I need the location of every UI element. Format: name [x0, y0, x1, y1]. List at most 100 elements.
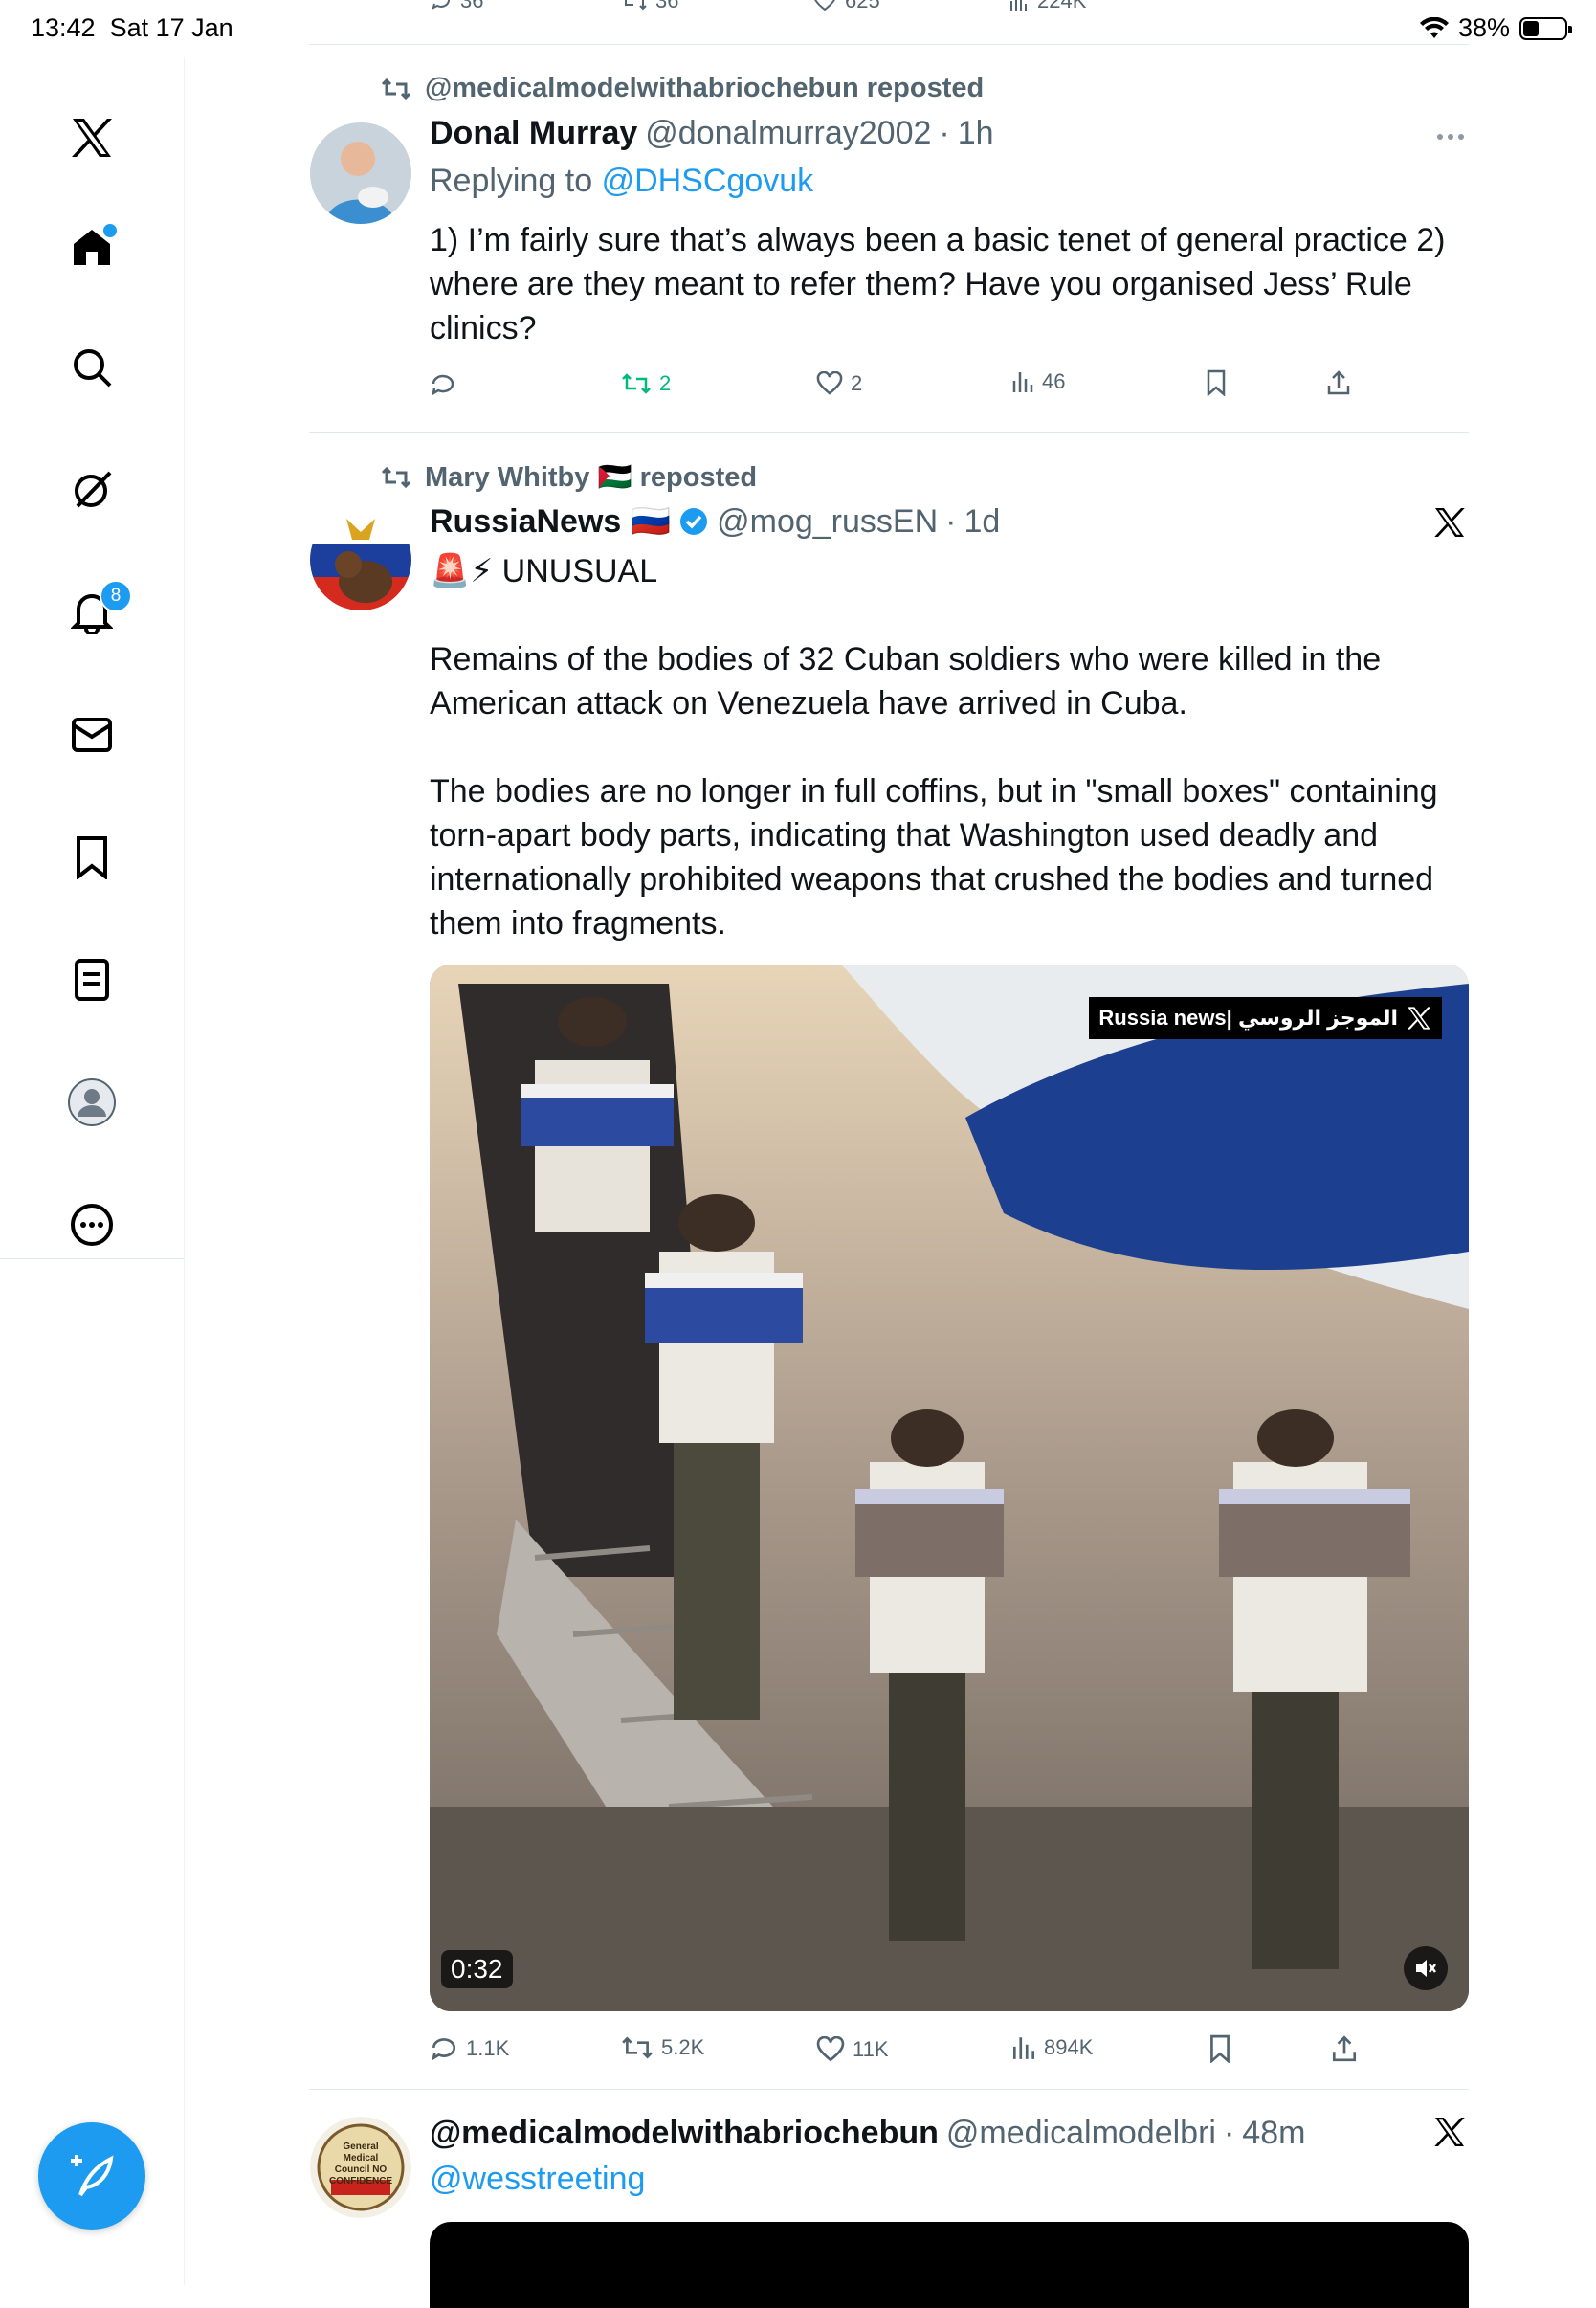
post1-like-button[interactable]: 2: [816, 371, 862, 396]
reply-icon: [432, 0, 450, 10]
post2-lead: 🚨⚡ UNUSUAL: [430, 553, 658, 589]
post2-author-name[interactable]: RussiaNews 🇷🇺: [430, 502, 671, 541]
post3-header: @medicalmodelwithabriochebun @medicalmod…: [430, 2115, 1306, 2152]
post3-author-name[interactable]: @medicalmodelwithabriochebun: [430, 2115, 939, 2152]
video-duration: 0:32: [441, 1950, 513, 1988]
nav-more[interactable]: [61, 1194, 122, 1255]
post1-repost-button[interactable]: 2: [621, 371, 671, 396]
post2-share-button[interactable]: [1330, 2034, 1359, 2063]
post2-bookmark-button[interactable]: [1208, 2034, 1232, 2063]
status-right: 38%: [1419, 13, 1572, 43]
muted-speaker-icon: [1416, 1960, 1436, 1977]
post1-header: Donal Murray @donalmurray2002 · 1h: [430, 115, 994, 152]
lists-icon: [75, 959, 109, 1001]
post2-avatar[interactable]: [310, 509, 411, 610]
repost-icon: [381, 78, 411, 100]
grok-icon: [75, 471, 112, 508]
bookmark-icon: [1210, 2034, 1230, 2063]
post1-reply-button[interactable]: [430, 371, 456, 398]
avatar-bear-flag: [310, 509, 411, 610]
notifications-badge: 8: [100, 580, 132, 612]
verified-badge-icon: [680, 508, 708, 535]
bookmark-icon: [1207, 369, 1226, 396]
post2-reply-button[interactable]: 1.1K: [430, 2034, 509, 2063]
post1-more-button[interactable]: [1435, 122, 1466, 156]
more-icon: [71, 1204, 113, 1246]
post2-divider: [309, 2089, 1469, 2090]
post1-repost-line: @medicalmodelwithabriochebun reposted: [381, 73, 984, 104]
post1-share-button[interactable]: [1325, 369, 1352, 396]
top-divider: [309, 44, 1469, 45]
like-button[interactable]: 625: [812, 0, 880, 13]
post1-text: 1) I’m fairly sure that’s always been a …: [430, 222, 1446, 346]
more-horizontal-icon: [1437, 134, 1464, 140]
wifi-icon: [1419, 16, 1449, 38]
post2-time[interactable]: 1d: [964, 503, 1000, 541]
views-button[interactable]: 224K: [1009, 0, 1086, 13]
post1-reply-context: Replying to @DHSCgovuk: [430, 163, 814, 199]
battery-icon: [1519, 16, 1572, 40]
avatar-text: General Medical Council NO CONFIDENCE: [329, 2142, 393, 2186]
mail-icon: [72, 718, 112, 752]
post2-views-button[interactable]: 894K: [1011, 2034, 1093, 2061]
share-icon: [1332, 2035, 1357, 2062]
video-mute-button[interactable]: [1404, 1946, 1448, 1990]
x-logo-icon: [1434, 2118, 1465, 2146]
post1-bookmark-button[interactable]: [1205, 369, 1228, 396]
repost-button[interactable]: 36: [621, 0, 678, 13]
x-logo-icon: [72, 119, 112, 157]
repost-icon: [622, 373, 651, 394]
sidebar: 8: [0, 57, 185, 2285]
post3-media[interactable]: [430, 2222, 1469, 2308]
post2-video[interactable]: Russia news| الموجز الروسي 0:32: [430, 965, 1469, 2011]
post1-avatar[interactable]: [310, 122, 411, 224]
nav-notifications[interactable]: 8: [61, 580, 132, 643]
post2-x-badge: [1432, 505, 1467, 544]
reply-icon: [432, 2038, 455, 2061]
nav-bookmarks[interactable]: [61, 827, 122, 888]
nav-messages[interactable]: [61, 704, 122, 766]
video-frame-image: [430, 965, 1469, 2011]
post3-author-handle[interactable]: @medicalmodelbri: [946, 2115, 1216, 2152]
views-icon: [1012, 372, 1033, 392]
reply-to-link[interactable]: @DHSCgovuk: [602, 163, 814, 199]
post1-author-handle[interactable]: @donalmurray2002: [645, 115, 931, 152]
reply-icon: [432, 374, 454, 396]
compose-button[interactable]: [38, 2122, 145, 2230]
avatar-photo: [310, 122, 411, 224]
post2-author-handle[interactable]: @mog_russEN: [717, 503, 938, 541]
post3-time[interactable]: 48m: [1242, 2115, 1305, 2152]
post2-paragraph-1: Remains of the bodies of 32 Cuban soldie…: [430, 641, 1382, 721]
post1-views-button[interactable]: 46: [1011, 369, 1065, 394]
bookmark-icon: [77, 836, 107, 879]
previous-post-actions: 36 36 625 224K: [430, 0, 1348, 17]
x-logo-icon: [1434, 508, 1465, 537]
post1-divider: [309, 432, 1469, 433]
reply-button[interactable]: 36: [430, 0, 483, 13]
home-unread-dot: [101, 222, 119, 239]
repost-icon: [622, 2036, 653, 2059]
post1-author-name[interactable]: Donal Murray: [430, 115, 637, 152]
post3-avatar[interactable]: General Medical Council NO CONFIDENCE: [310, 2117, 411, 2218]
sidebar-divider: [0, 1258, 184, 1259]
profile-icon: [68, 1078, 116, 1126]
nav-home[interactable]: [61, 216, 122, 277]
repost-icon: [625, 0, 647, 11]
status-time: 13:42 Sat 17 Jan: [31, 13, 233, 42]
nav-grok[interactable]: [61, 459, 122, 521]
nav-profile[interactable]: [61, 1072, 122, 1133]
compose-feather-icon: [71, 2155, 114, 2197]
share-icon: [1327, 370, 1350, 395]
x-home-logo[interactable]: [61, 107, 122, 168]
views-icon: [1010, 0, 1027, 11]
nav-explore[interactable]: [61, 337, 122, 398]
post1-time[interactable]: 1h: [958, 115, 994, 152]
post2-header: RussiaNews 🇷🇺 @mog_russEN · 1d: [430, 502, 1001, 541]
post2-like-button[interactable]: 11K: [816, 2036, 889, 2063]
nav-lists[interactable]: [61, 949, 122, 1010]
post2-repost-button[interactable]: 5.2K: [621, 2034, 704, 2061]
video-watermark: Russia news| الموجز الروسي: [1089, 997, 1442, 1039]
views-icon: [1012, 2037, 1035, 2059]
repost-icon: [381, 466, 411, 489]
post3-mention[interactable]: @wesstreeting: [430, 2161, 645, 2198]
